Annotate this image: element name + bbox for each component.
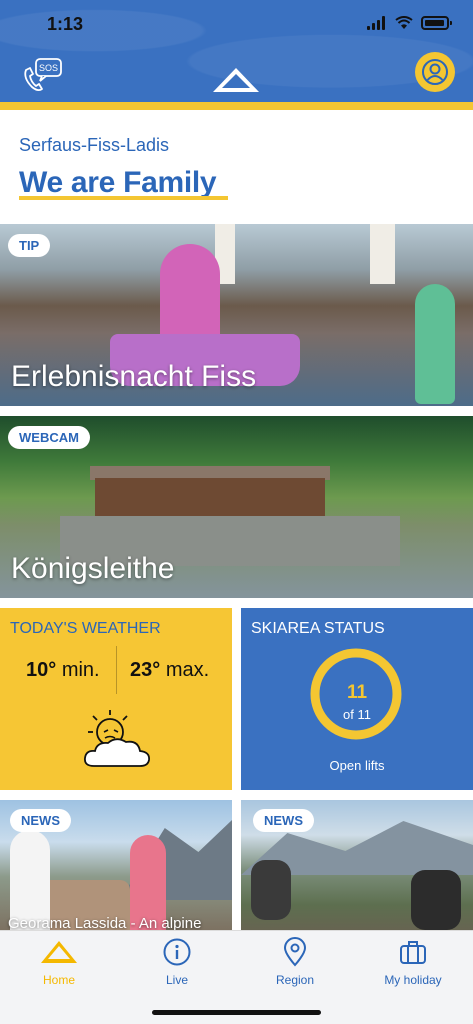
temp-max: 23° max. [130,659,209,682]
tip-badge: TIP [8,234,51,257]
open-lifts-label: Open lifts [329,758,385,773]
costumed-performer-shape [160,244,220,344]
news-badge: NEWS [253,809,314,832]
temp-divider [116,646,117,694]
tab-home-label: Home [42,973,75,987]
news-badge: NEWS [10,809,71,832]
tab-my-holiday[interactable]: My holiday [354,931,472,993]
biker-shape [251,860,291,920]
child-figure-shape [415,284,455,404]
info-icon [157,937,197,967]
page-title: We are Family [19,166,217,199]
user-icon [422,59,448,85]
weather-title: TODAY'S WEATHER [10,620,161,637]
tab-region-label: Region [275,973,315,987]
tab-region[interactable]: Region [236,931,354,993]
chalet-shape [95,478,325,518]
sos-phone-icon: SOS [24,58,62,92]
webcam-card[interactable]: WEBCAM Königsleithe [0,416,473,598]
status-time: 1:13 [47,14,84,34]
suitcase-icon [393,937,433,967]
skiarea-status-card[interactable]: SKIAREA STATUS 11 of 11 Open lifts [241,608,473,790]
biker-shape [411,870,461,930]
intro-section: Serfaus-Fiss-Ladis We are Family [0,110,473,224]
skiarea-title: SKIAREA STATUS [251,620,385,637]
temp-min: 10° min. [26,659,100,682]
temp-max-label: max. [165,659,210,681]
tip-title: Erlebnisnacht Fiss [11,360,257,393]
region-subtitle: Serfaus-Fiss-Ladis [19,135,170,155]
status-bar: 1:13 [0,0,473,50]
profile-button[interactable] [415,52,455,92]
tab-live[interactable]: Live [118,931,236,993]
battery-icon [421,16,452,30]
location-pin-icon [275,937,315,967]
sun-behind-cloud-icon [84,710,150,767]
svg-text:SOS: SOS [39,63,58,73]
tab-live-label: Live [165,973,188,987]
tip-card[interactable]: TIP Erlebnisnacht Fiss [0,224,473,406]
news-card[interactable]: NEWS [241,800,473,940]
umbrella-shape [370,224,395,284]
lifts-total: of 11 [343,707,371,722]
tab-my-holiday-label: My holiday [384,973,442,987]
temp-min-label: min. [61,659,100,681]
signal-icon [367,16,385,30]
open-lifts-count: 11 [346,682,368,703]
status-icons [367,16,452,30]
temp-min-value: 10° [26,659,57,681]
sos-call-button[interactable]: SOS [20,56,64,96]
title-underline [19,196,228,200]
wifi-icon [395,16,413,29]
webcam-badge: WEBCAM [8,426,90,449]
mountain-logo-icon [213,68,259,92]
tab-home[interactable]: Home [0,931,118,993]
webcam-title: Königsleithe [11,552,175,585]
app-header: 1:13 SOS [0,0,473,110]
news-card[interactable]: NEWS Georama Lassida - An alpine [0,800,232,940]
home-indicator[interactable] [152,1010,321,1015]
temp-max-value: 23° [130,659,161,681]
mountain-icon [39,937,79,967]
weather-card[interactable]: TODAY'S WEATHER 10° min. 23° max. [0,608,232,790]
